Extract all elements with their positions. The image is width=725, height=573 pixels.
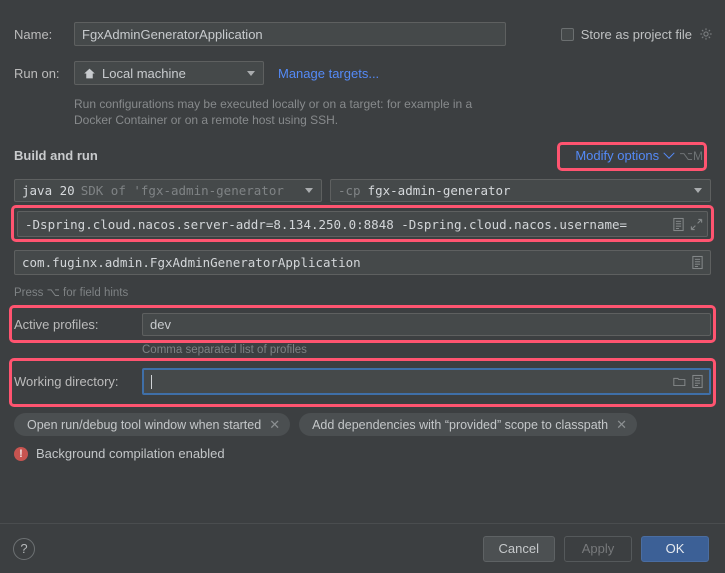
classpath-flag: -cp — [338, 183, 361, 198]
list-icon[interactable] — [672, 217, 685, 232]
name-input-value: FgxAdminGeneratorApplication — [82, 26, 263, 42]
caret-down-icon — [305, 188, 313, 193]
folder-icon[interactable] — [673, 374, 686, 389]
run-configuration-dialog: Name: FgxAdminGeneratorApplication Store… — [0, 0, 725, 573]
caret-down-icon — [694, 188, 702, 193]
active-profiles-input[interactable]: dev — [142, 313, 711, 336]
chip-add-provided-dependencies[interactable]: Add dependencies with “provided” scope t… — [299, 413, 638, 436]
name-input[interactable]: FgxAdminGeneratorApplication — [74, 22, 506, 46]
classpath-value: fgx-admin-generator — [367, 183, 511, 198]
modify-options-label: Modify options — [575, 148, 660, 163]
text-caret — [151, 374, 152, 389]
main-class-input[interactable]: com.fuginx.admin.FgxAdminGeneratorApplic… — [14, 250, 711, 275]
run-on-row: Run on: Local machine Manage targets... — [14, 61, 379, 85]
help-button[interactable]: ? — [13, 537, 35, 560]
option-chips: Open run/debug tool window when started … — [14, 413, 638, 436]
build-and-run-header: Build and run — [14, 148, 98, 163]
chip-label: Open run/debug tool window when started — [27, 417, 262, 432]
active-profiles-hint: Comma separated list of profiles — [142, 344, 307, 356]
chevron-down-icon — [663, 147, 675, 159]
store-as-project-file-label: Store as project file — [580, 26, 692, 42]
chip-open-run-debug-tool-window[interactable]: Open run/debug tool window when started … — [14, 413, 291, 436]
active-profiles-label: Active profiles: — [14, 317, 99, 332]
sdk-sub-label: SDK of 'fgx-admin-generator — [80, 183, 284, 198]
sdk-main-label: java 20 — [22, 183, 75, 198]
name-label: Name: — [14, 26, 53, 42]
field-hints-text: Press ⌥ for field hints — [14, 287, 129, 299]
main-class-value: com.fuginx.admin.FgxAdminGeneratorApplic… — [22, 255, 361, 270]
warning-text: Background compilation enabled — [36, 446, 225, 461]
vm-options-value: -Dspring.cloud.nacos.server-addr=8.134.2… — [25, 216, 628, 232]
dialog-button-bar: ? Cancel Apply OK — [0, 523, 725, 573]
home-icon — [84, 68, 95, 78]
sdk-dropdown[interactable]: java 20 SDK of 'fgx-admin-generator — [14, 179, 322, 202]
working-directory-input[interactable] — [142, 368, 711, 395]
background-compilation-warning: ! Background compilation enabled — [14, 446, 225, 461]
apply-button: Apply — [564, 535, 632, 562]
close-icon[interactable]: ✕ — [616, 418, 627, 431]
modify-options-button[interactable]: Modify options ⌥M — [575, 147, 703, 163]
action-buttons: Cancel Apply OK — [482, 535, 709, 562]
chip-label: Add dependencies with “provided” scope t… — [312, 417, 609, 432]
run-on-label: Run on: — [14, 65, 60, 81]
run-on-description: Run configurations may be executed local… — [74, 97, 473, 127]
run-on-selected-value: Local machine — [102, 65, 186, 81]
expand-icon[interactable] — [690, 217, 703, 232]
list-icon[interactable] — [691, 374, 704, 389]
manage-targets-link[interactable]: Manage targets... — [278, 66, 379, 81]
ok-button[interactable]: OK — [641, 535, 709, 562]
working-directory-label: Working directory: — [14, 374, 119, 389]
active-profiles-row: Active profiles: dev — [14, 313, 711, 336]
caret-down-icon — [247, 70, 255, 76]
list-icon[interactable] — [691, 255, 704, 270]
cancel-button[interactable]: Cancel — [482, 535, 555, 562]
sdk-and-classpath-row: java 20 SDK of 'fgx-admin-generator -cp … — [14, 179, 711, 202]
store-as-project-file-row[interactable]: Store as project file — [560, 22, 713, 46]
classpath-dropdown[interactable]: -cp fgx-admin-generator — [330, 179, 711, 202]
active-profiles-value: dev — [150, 317, 171, 332]
run-on-dropdown[interactable]: Local machine — [74, 61, 264, 85]
gear-icon[interactable] — [699, 27, 713, 41]
store-as-project-file-checkbox[interactable] — [560, 27, 574, 41]
error-icon: ! — [14, 446, 28, 461]
working-directory-row: Working directory: — [14, 368, 711, 395]
close-icon[interactable]: ✕ — [269, 418, 280, 431]
vm-options-input[interactable]: -Dspring.cloud.nacos.server-addr=8.134.2… — [17, 211, 708, 237]
modify-options-shortcut: ⌥M — [679, 148, 703, 163]
